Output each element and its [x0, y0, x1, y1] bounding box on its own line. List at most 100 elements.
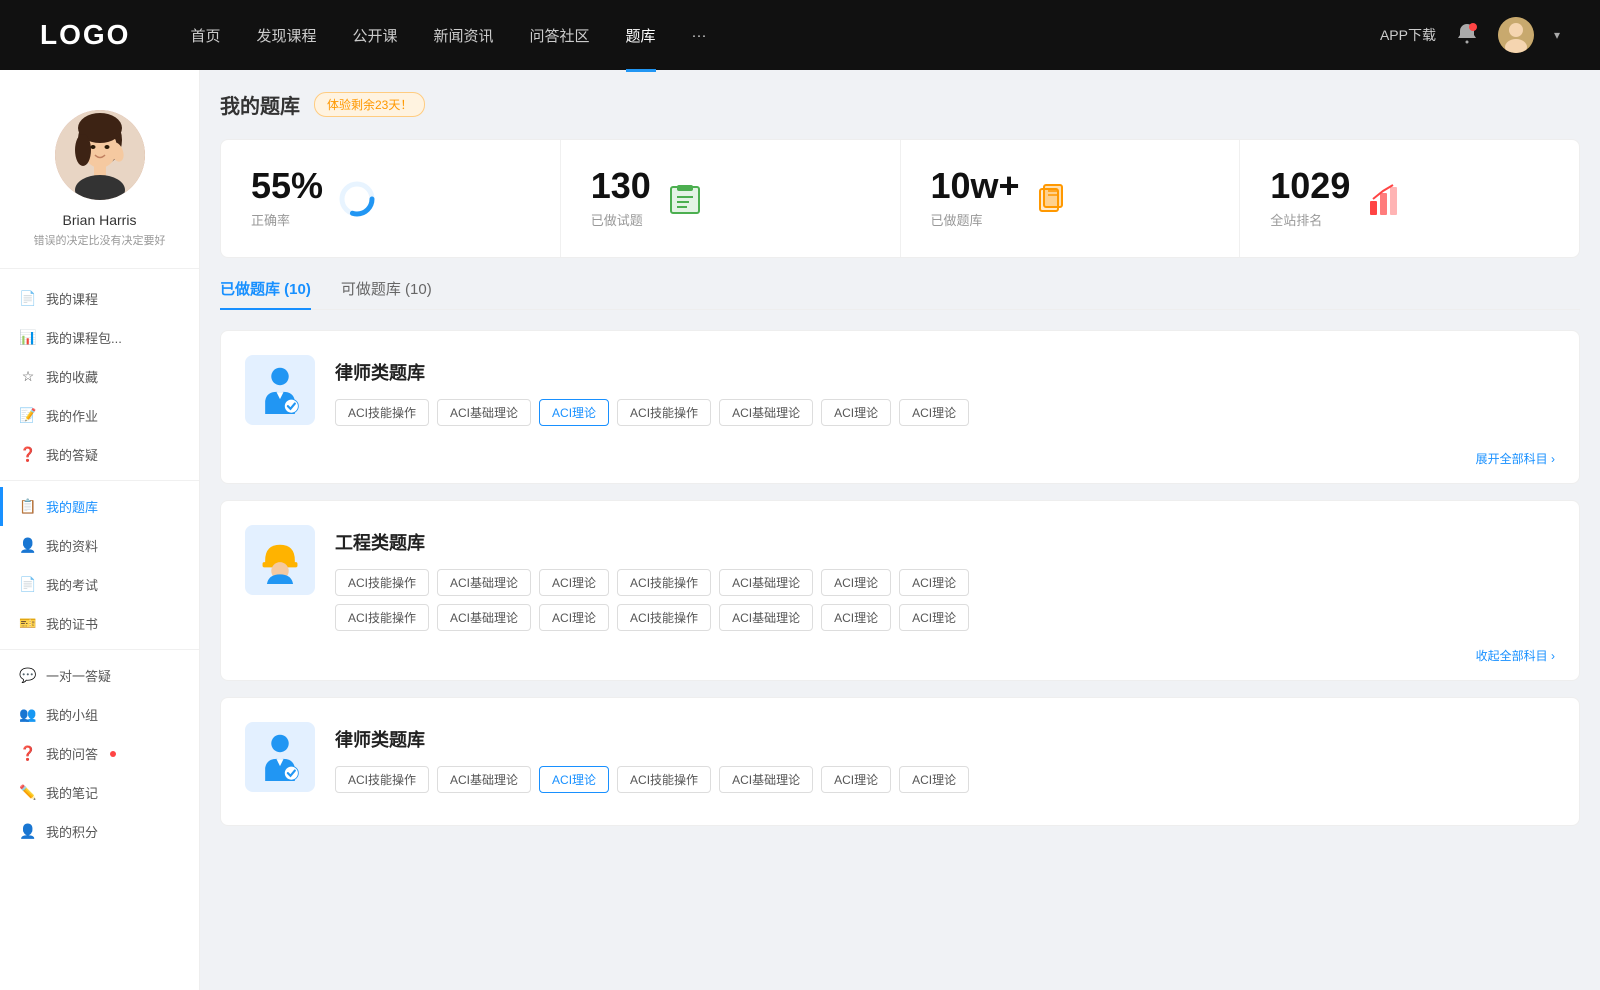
- homework-icon: 📝: [20, 408, 36, 424]
- nav-link-discover[interactable]: 发现课程: [256, 25, 316, 46]
- sidebar-label-points: 我的积分: [46, 822, 98, 841]
- user-avatar[interactable]: [1498, 17, 1534, 53]
- stat-value-rank: 1029: [1270, 168, 1350, 204]
- bank-tag-active[interactable]: ACI理论: [539, 399, 609, 426]
- nav-link-open[interactable]: 公开课: [352, 25, 397, 46]
- stat-value-tests: 130: [591, 168, 651, 204]
- app-download-button[interactable]: APP下载: [1380, 25, 1436, 45]
- bank-tag[interactable]: ACI基础理论: [719, 766, 813, 793]
- sidebar-label-cert: 我的证书: [46, 614, 98, 633]
- bank-tag[interactable]: ACI理论: [539, 604, 609, 631]
- bank-tag[interactable]: ACI技能操作: [335, 604, 429, 631]
- profile-image: [55, 110, 145, 200]
- cert-icon: 🎫: [20, 616, 36, 632]
- sidebar-divider-1: [0, 480, 199, 481]
- notification-bell[interactable]: [1456, 22, 1478, 49]
- sidebar-label-my-course: 我的课程: [46, 289, 98, 308]
- sidebar-item-answers[interactable]: ❓ 我的答疑: [0, 435, 199, 474]
- sidebar-item-materials[interactable]: 👤 我的资料: [0, 526, 199, 565]
- bell-icon: [1456, 22, 1478, 44]
- stat-label-rank: 全站排名: [1270, 210, 1350, 229]
- sidebar-item-favorites[interactable]: ☆ 我的收藏: [0, 357, 199, 396]
- bank-tag[interactable]: ACI理论: [821, 399, 891, 426]
- sidebar-label-answers: 我的答疑: [46, 445, 98, 464]
- qa-dot: [110, 751, 116, 757]
- bank-tag[interactable]: ACI基础理论: [437, 766, 531, 793]
- lawyer-icon-2: [256, 733, 304, 781]
- sidebar-menu: 📄 我的课程 📊 我的课程包... ☆ 我的收藏 📝 我的作业 ❓ 我的答疑 �: [0, 269, 199, 861]
- user-dropdown-arrow[interactable]: ▾: [1554, 28, 1560, 42]
- points-icon: 👤: [20, 824, 36, 840]
- sidebar-item-cert[interactable]: 🎫 我的证书: [0, 604, 199, 643]
- sidebar-item-my-qa[interactable]: ❓ 我的问答: [0, 734, 199, 773]
- bank-card-collapse[interactable]: 收起全部科目 ›: [245, 647, 1555, 664]
- main-content: 我的题库 体验剩余23天！ 55% 正确率: [200, 70, 1600, 990]
- page-title: 我的题库: [220, 90, 300, 119]
- stat-label-tests: 已做试题: [591, 210, 651, 229]
- bank-tag[interactable]: ACI理论: [899, 569, 969, 596]
- tab-done-banks[interactable]: 已做题库 (10): [220, 278, 311, 309]
- materials-icon: 👤: [20, 538, 36, 554]
- nav-link-home[interactable]: 首页: [190, 25, 220, 46]
- banks-icon: [1034, 179, 1074, 219]
- bank-tag[interactable]: ACI基础理论: [437, 569, 531, 596]
- logo: LOGO: [40, 19, 130, 51]
- trial-badge: 体验剩余23天！: [314, 92, 425, 117]
- bank-tag[interactable]: ACI技能操作: [335, 569, 429, 596]
- sidebar-item-question-bank[interactable]: 📋 我的题库: [0, 487, 199, 526]
- sidebar-label-favorites: 我的收藏: [46, 367, 98, 386]
- bank-tag[interactable]: ACI理论: [899, 766, 969, 793]
- one-on-one-icon: 💬: [20, 668, 36, 684]
- sidebar-label-homework: 我的作业: [46, 406, 98, 425]
- sidebar-item-points[interactable]: 👤 我的积分: [0, 812, 199, 851]
- sidebar-label-one-on-one: 一对一答疑: [46, 666, 111, 685]
- nav-link-news[interactable]: 新闻资讯: [434, 25, 494, 46]
- sidebar-item-notes[interactable]: ✏️ 我的笔记: [0, 773, 199, 812]
- nav-link-more[interactable]: ···: [692, 27, 707, 44]
- bank-tag[interactable]: ACI基础理论: [719, 399, 813, 426]
- course-icon: 📄: [20, 291, 36, 307]
- page-header: 我的题库 体验剩余23天！: [220, 90, 1580, 119]
- stat-value-banks: 10w+: [931, 168, 1020, 204]
- bank-tag[interactable]: ACI基础理论: [719, 604, 813, 631]
- profile-motto: 错误的决定比没有决定要好: [10, 232, 189, 248]
- tab-available-banks[interactable]: 可做题库 (10): [341, 278, 432, 309]
- bank-tag[interactable]: ACI技能操作: [617, 766, 711, 793]
- sidebar-item-group[interactable]: 👥 我的小组: [0, 695, 199, 734]
- profile-name: Brian Harris: [10, 212, 189, 228]
- tabs-bar: 已做题库 (10) 可做题库 (10): [220, 278, 1580, 310]
- bank-name-lawyer-1: 律师类题库: [335, 355, 1555, 385]
- bank-tag[interactable]: ACI理论: [821, 766, 891, 793]
- donut-chart: [337, 179, 377, 219]
- bank-tag[interactable]: ACI基础理论: [437, 399, 531, 426]
- nav-link-bank[interactable]: 题库: [626, 25, 656, 46]
- bank-tag[interactable]: ACI理论: [539, 569, 609, 596]
- sidebar-item-course-package[interactable]: 📊 我的课程包...: [0, 318, 199, 357]
- bank-tag[interactable]: ACI基础理论: [437, 604, 531, 631]
- sidebar-item-exam[interactable]: 📄 我的考试: [0, 565, 199, 604]
- bank-tag[interactable]: ACI基础理论: [719, 569, 813, 596]
- bank-tag[interactable]: ACI技能操作: [617, 399, 711, 426]
- bank-tag[interactable]: ACI技能操作: [617, 569, 711, 596]
- sidebar-label-exam: 我的考试: [46, 575, 98, 594]
- bank-tag[interactable]: ACI理论: [899, 399, 969, 426]
- sidebar-label-materials: 我的资料: [46, 536, 98, 555]
- sidebar-item-one-on-one[interactable]: 💬 一对一答疑: [0, 656, 199, 695]
- bank-tag-active-2[interactable]: ACI理论: [539, 766, 609, 793]
- nav-right: APP下载 ▾: [1380, 17, 1560, 53]
- bank-tag[interactable]: ACI理论: [821, 569, 891, 596]
- sidebar-item-homework[interactable]: 📝 我的作业: [0, 396, 199, 435]
- bank-card-header-1: 律师类题库 ACI技能操作 ACI基础理论 ACI理论 ACI技能操作 ACI基…: [245, 355, 1555, 426]
- bar-chart-icon: [1366, 181, 1402, 217]
- bank-tag[interactable]: ACI技能操作: [335, 399, 429, 426]
- stats-row: 55% 正确率 130 已做试题: [220, 139, 1580, 258]
- bank-card-expand-1[interactable]: 展开全部科目 ›: [245, 442, 1555, 467]
- sidebar-item-my-course[interactable]: 📄 我的课程: [0, 279, 199, 318]
- bank-tag[interactable]: ACI技能操作: [335, 766, 429, 793]
- nav-link-qa[interactable]: 问答社区: [530, 25, 590, 46]
- bank-tag[interactable]: ACI技能操作: [617, 604, 711, 631]
- clipboard-icon: [667, 181, 703, 217]
- lawyer-bank-icon: [245, 355, 315, 425]
- bank-tag[interactable]: ACI理论: [899, 604, 969, 631]
- bank-tag[interactable]: ACI理论: [821, 604, 891, 631]
